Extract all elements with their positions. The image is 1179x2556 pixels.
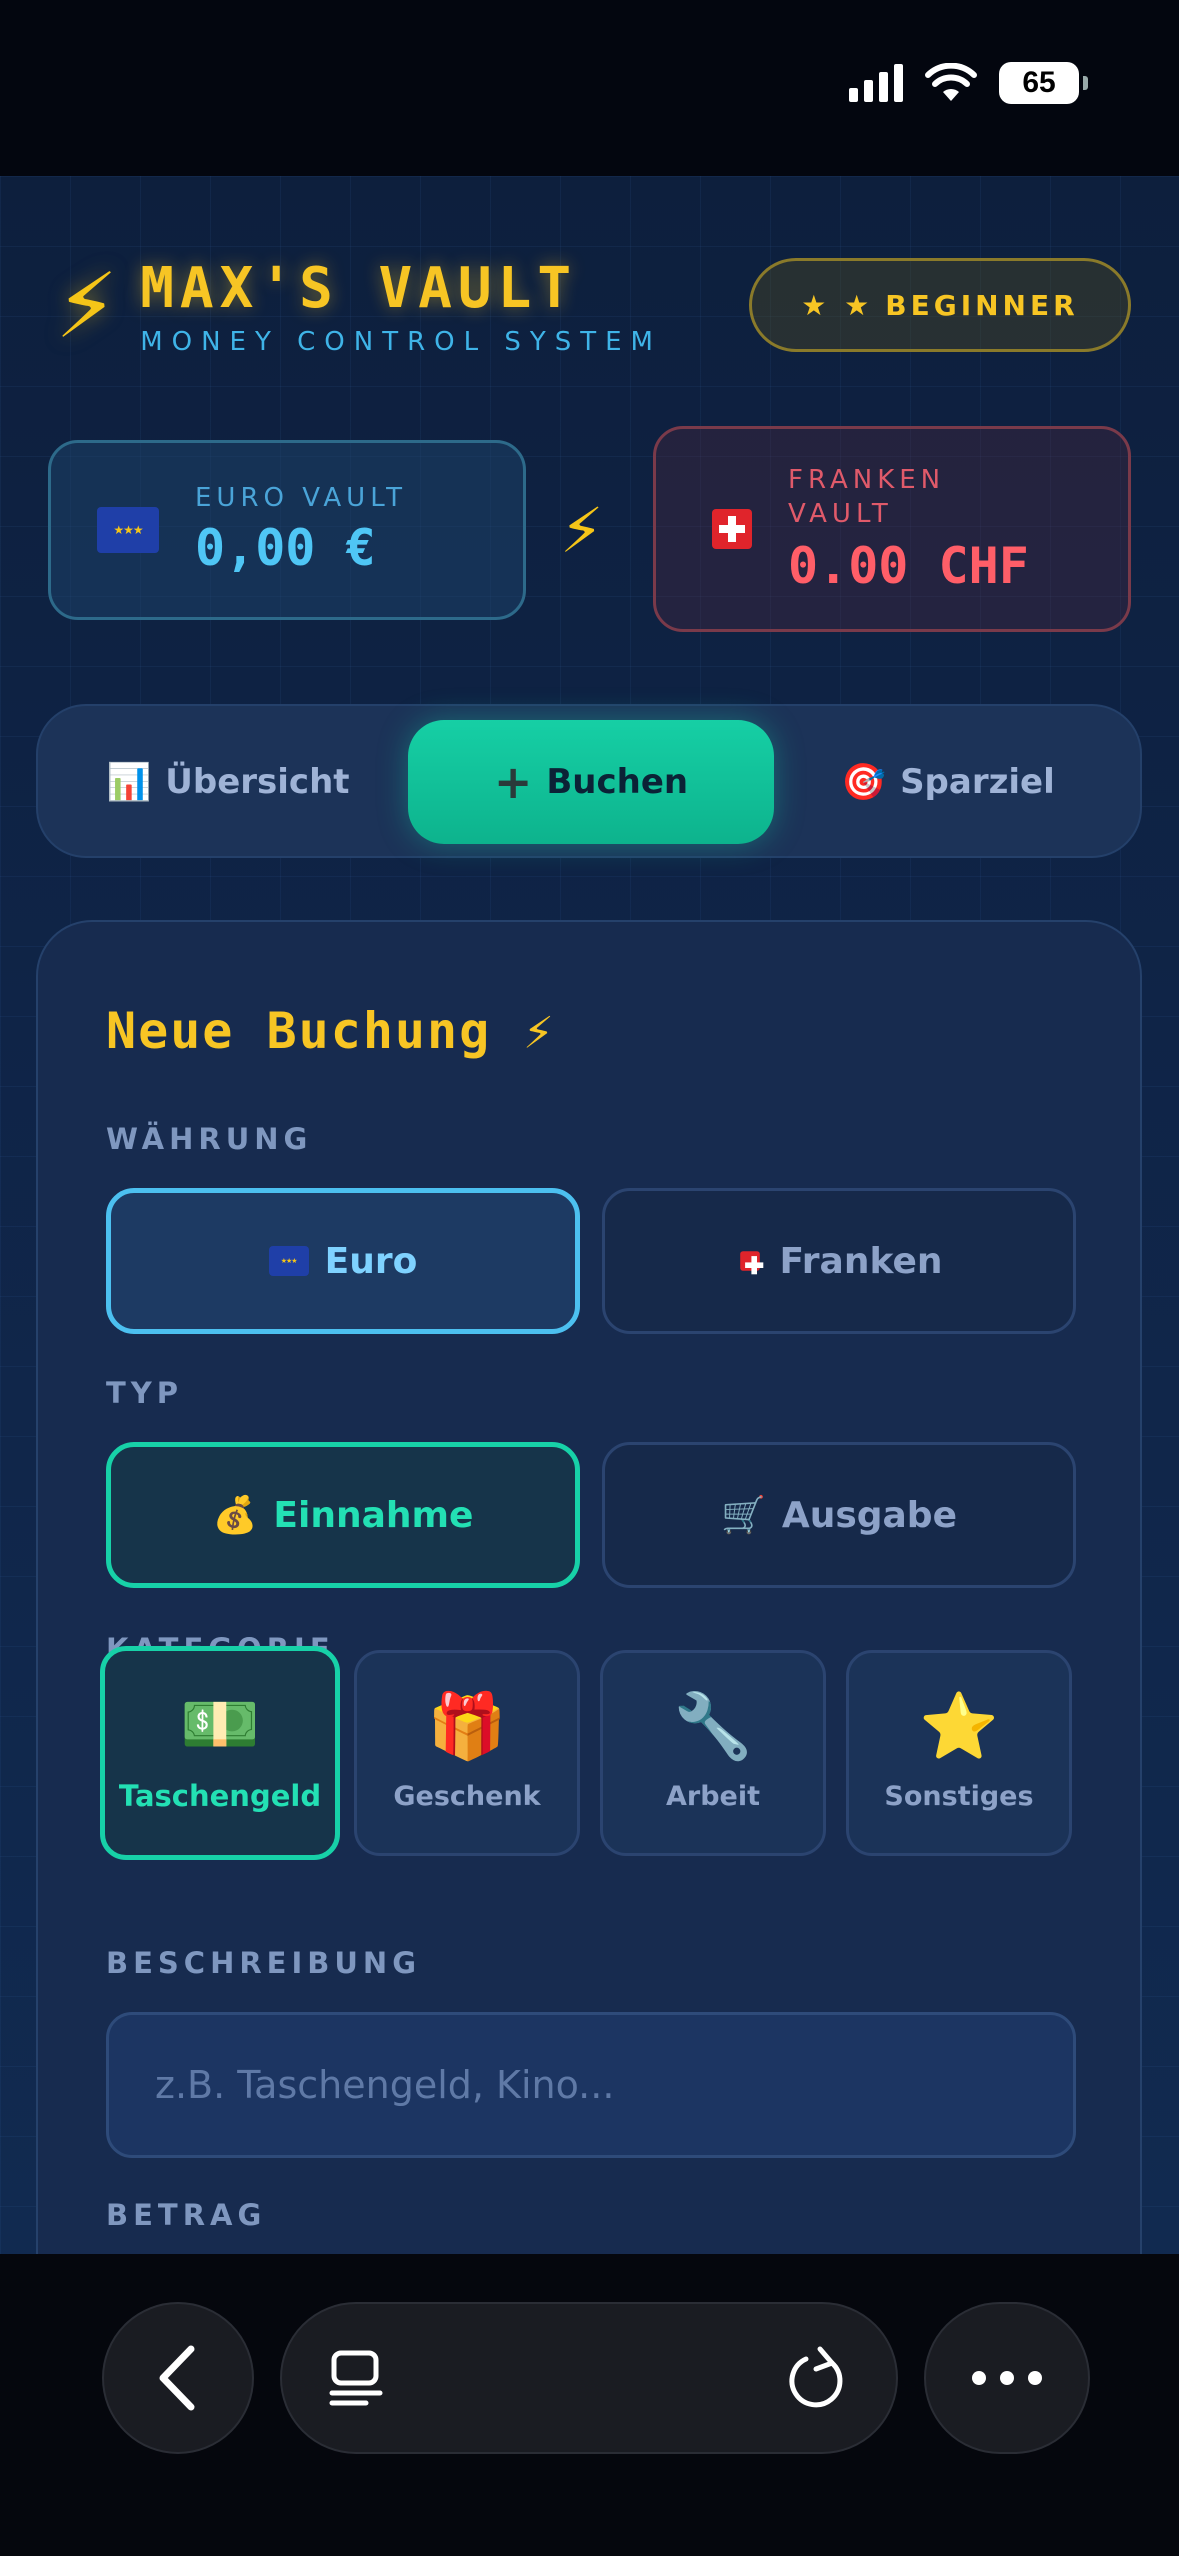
- currency-option-label: Euro: [324, 1240, 418, 1282]
- level-label: BEGINNER: [885, 288, 1079, 322]
- browser-toolbar: [0, 2254, 1179, 2556]
- cash-icon: 💵: [180, 1688, 260, 1762]
- type-label: TYP: [106, 1376, 184, 1410]
- target-icon: 🎯: [841, 762, 887, 803]
- tab-label: Übersicht: [165, 762, 350, 802]
- euro-vault-card: ★★★ EURO VAULT 0,00 €: [48, 440, 526, 620]
- tab-buchen[interactable]: + Buchen: [408, 720, 774, 844]
- euro-vault-amount: 0,00 €: [195, 519, 376, 577]
- booking-form-card: Neue Buchung ⚡ WÄHRUNG ★★★ Euro Franken …: [36, 920, 1142, 2256]
- app-header: ⚡ MAX'S VAULT MONEY CONTROL SYSTEM: [55, 256, 662, 357]
- app-subtitle: MONEY CONTROL SYSTEM: [140, 327, 662, 357]
- chevron-left-icon: [159, 2345, 195, 2411]
- category-option-label: Geschenk: [393, 1780, 541, 1812]
- type-einnahme-button[interactable]: 💰 Einnahme: [106, 1442, 580, 1588]
- category-sonstiges[interactable]: ⭐ Sonstiges: [846, 1650, 1072, 1856]
- wrench-icon: 🔧: [673, 1689, 753, 1764]
- description-label: BESCHREIBUNG: [106, 1946, 422, 1980]
- plus-icon: +: [493, 755, 533, 809]
- chf-vault-card: FRANKEN VAULT 0.00 CHF: [653, 426, 1131, 632]
- form-title: Neue Buchung ⚡: [106, 1002, 556, 1060]
- category-option-label: Arbeit: [665, 1780, 760, 1812]
- bar-chart-icon: 📊: [106, 762, 152, 803]
- type-ausgabe-button[interactable]: 🛒 Ausgabe: [602, 1442, 1076, 1588]
- back-button[interactable]: [102, 2302, 254, 2454]
- battery-indicator: 65: [999, 62, 1088, 104]
- euro-vault-label: EURO VAULT: [195, 483, 407, 513]
- swiss-flag-icon: [712, 509, 752, 549]
- star-icon: ★ ★: [801, 288, 874, 322]
- tab-label: Buchen: [546, 762, 689, 802]
- tab-bar: 📊 Übersicht + Buchen 🎯 Sparziel: [36, 704, 1142, 858]
- money-bag-icon: 💰: [212, 1495, 258, 1536]
- description-input[interactable]: [106, 2012, 1076, 2158]
- more-dots-icon: [1000, 2371, 1014, 2385]
- chf-vault-amount: 0.00 CHF: [788, 537, 1029, 595]
- lightning-icon: ⚡: [55, 253, 119, 359]
- chf-vault-label: FRANKEN VAULT: [788, 465, 946, 529]
- tab-uebersicht[interactable]: 📊 Übersicht: [78, 720, 378, 844]
- category-option-label: Taschengeld: [118, 1779, 322, 1813]
- wifi-icon: [925, 63, 977, 101]
- lightning-icon: ⚡: [560, 494, 604, 567]
- tabs-icon: [329, 2350, 383, 2406]
- reload-icon[interactable]: [786, 2345, 848, 2411]
- more-dots-icon: [1028, 2371, 1042, 2385]
- swiss-flag-icon: [739, 1251, 763, 1275]
- gift-icon: 🎁: [427, 1689, 507, 1764]
- amount-label: BETRAG: [106, 2198, 267, 2232]
- category-option-label: Sonstiges: [884, 1780, 1034, 1812]
- level-badge: ★ ★ BEGINNER: [749, 258, 1131, 352]
- app-title: MAX'S VAULT: [140, 256, 578, 321]
- type-option-label: Ausgabe: [781, 1494, 957, 1536]
- currency-franken-button[interactable]: Franken: [602, 1188, 1076, 1334]
- category-arbeit[interactable]: 🔧 Arbeit: [600, 1650, 826, 1856]
- currency-label: WÄHRUNG: [106, 1122, 313, 1156]
- category-taschengeld[interactable]: 💵 Taschengeld: [100, 1646, 340, 1860]
- address-bar[interactable]: [280, 2302, 898, 2454]
- category-geschenk[interactable]: 🎁 Geschenk: [354, 1650, 580, 1856]
- tab-label: Sparziel: [900, 762, 1055, 802]
- app-content: ⚡ MAX'S VAULT MONEY CONTROL SYSTEM ★ ★ B…: [0, 176, 1179, 2256]
- more-options-button[interactable]: [924, 2302, 1090, 2454]
- more-dots-icon: [972, 2371, 986, 2385]
- currency-euro-button[interactable]: ★★★ Euro: [106, 1188, 580, 1334]
- eu-flag-icon: ★★★: [97, 507, 159, 553]
- cellular-signal-icon: [849, 64, 903, 102]
- type-option-label: Einnahme: [273, 1494, 474, 1536]
- tab-sparziel[interactable]: 🎯 Sparziel: [798, 720, 1098, 844]
- eu-flag-icon: ★★★: [268, 1246, 309, 1276]
- star-icon: ⭐: [919, 1689, 999, 1764]
- currency-option-label: Franken: [779, 1240, 943, 1282]
- shopping-cart-icon: 🛒: [721, 1495, 766, 1536]
- status-bar: 65: [0, 0, 1179, 176]
